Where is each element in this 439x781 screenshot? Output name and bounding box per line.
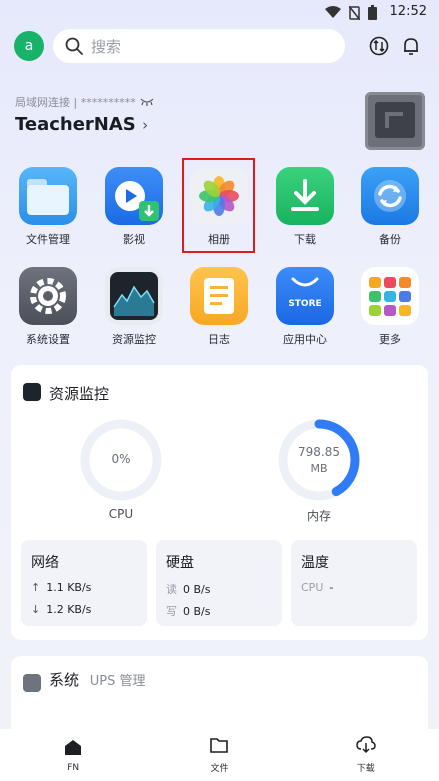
- disk-write-label: 写: [166, 605, 177, 618]
- system-title: 系统 UPS 管理: [49, 669, 146, 690]
- system-subtitle: UPS 管理: [89, 674, 146, 689]
- status-time: 12:52: [389, 4, 427, 19]
- settings-icon: [19, 267, 77, 325]
- card-title: 资源监控: [49, 385, 110, 403]
- network-up: ↑ 1.1 KB/s: [31, 581, 91, 594]
- app-label: 系统设置: [26, 333, 70, 346]
- home-icon: [65, 739, 82, 755]
- download-icon: [276, 167, 334, 225]
- app-download[interactable]: 下载: [265, 167, 345, 247]
- app-resource-monitor[interactable]: 资源监控: [94, 267, 174, 347]
- folder-icon: [19, 167, 77, 225]
- tab-files[interactable]: 文件: [179, 736, 259, 774]
- temperature-cpu-label: CPU: [301, 581, 324, 594]
- download-tab-icon: [356, 736, 376, 754]
- cpu-value: 0%: [111, 452, 131, 466]
- search-placeholder: 搜索: [91, 37, 122, 56]
- store-badge: STORE: [288, 299, 322, 309]
- nas-device-image: [365, 92, 425, 150]
- search-icon: [65, 37, 83, 55]
- app-more[interactable]: 更多: [350, 267, 430, 347]
- highlight-box: [182, 158, 255, 253]
- memory-label: 内存: [306, 509, 331, 523]
- network-down-value: 1.2 KB/s: [46, 603, 92, 616]
- tab-label: 文件: [210, 764, 229, 774]
- app-label: 影视: [123, 233, 145, 246]
- top-bar: a 搜索: [14, 28, 425, 64]
- avatar[interactable]: a: [14, 31, 44, 61]
- memory-ring: 798.85 MB: [277, 418, 361, 502]
- app-video[interactable]: 影视: [94, 167, 174, 247]
- app-label: 文件管理: [26, 233, 70, 246]
- app-file-manager[interactable]: 文件管理: [8, 167, 88, 247]
- disk-write-value: 0 B/s: [183, 604, 211, 618]
- tab-label: FN: [67, 762, 80, 773]
- disk-title: 硬盘: [166, 555, 194, 571]
- app-label: 备份: [379, 233, 401, 246]
- no-sim-icon: [349, 5, 360, 20]
- arrow-up-icon: ↑: [31, 581, 41, 594]
- bottom-tab-bar: FN 文件 下载: [0, 729, 439, 781]
- monitor-small-icon: [23, 383, 41, 401]
- status-icons: [325, 5, 377, 20]
- video-icon: [105, 167, 163, 225]
- app-backup[interactable]: 备份: [350, 167, 430, 247]
- cpu-ring: 0%: [79, 418, 163, 502]
- bell-icon[interactable]: [399, 34, 423, 58]
- temperature-title: 温度: [301, 555, 329, 571]
- disk-read-value: 0 B/s: [183, 582, 211, 596]
- app-label: 下载: [294, 233, 316, 246]
- resource-monitor-card[interactable]: 资源监控 0% CPU 798.85 MB 内存 网络 ↑ 1.1 KB/s ↓…: [11, 365, 428, 640]
- memory-value: 798.85: [298, 445, 340, 459]
- app-center[interactable]: STORE 应用中心: [265, 267, 345, 347]
- app-label: 应用中心: [283, 333, 327, 346]
- cpu-label: CPU: [108, 507, 134, 521]
- arrow-down-icon: ↓: [31, 603, 41, 616]
- temperature-cpu-value: -: [329, 581, 334, 594]
- disk-read: 读 0 B/s: [166, 581, 210, 597]
- eye-closed-icon[interactable]: [140, 98, 154, 106]
- battery-icon: [368, 5, 377, 20]
- device-name[interactable]: TeacherNAS ›: [15, 114, 148, 135]
- device-name-label: TeacherNAS: [15, 114, 136, 135]
- folder-tab-icon: [210, 738, 229, 753]
- status-bar: 12:52: [0, 0, 439, 24]
- memory-unit: MB: [310, 462, 328, 475]
- temperature-stat[interactable]: 温度 CPU -: [291, 540, 417, 626]
- store-icon: STORE: [276, 267, 334, 325]
- wifi-icon: [325, 6, 341, 18]
- connection-status: 局域网连接 | **********: [15, 94, 154, 110]
- app-label: 日志: [208, 333, 230, 346]
- app-label: 资源监控: [112, 333, 156, 346]
- disk-read-label: 读: [166, 583, 177, 596]
- app-log[interactable]: 日志: [179, 267, 259, 347]
- chevron-right-icon: ›: [142, 116, 149, 134]
- connection-label: 局域网连接 | **********: [15, 96, 136, 109]
- app-system-settings[interactable]: 系统设置: [8, 267, 88, 347]
- network-stat[interactable]: 网络 ↑ 1.1 KB/s ↓ 1.2 KB/s: [21, 540, 147, 626]
- backup-icon: [361, 167, 419, 225]
- more-icon: [361, 267, 419, 325]
- tab-downloads[interactable]: 下载: [326, 736, 406, 774]
- system-title-text: 系统: [49, 671, 80, 689]
- disk-write: 写 0 B/s: [166, 603, 210, 619]
- network-title: 网络: [31, 555, 59, 571]
- tab-fn[interactable]: FN: [33, 738, 113, 773]
- tab-label: 下载: [356, 764, 375, 774]
- log-icon: [190, 267, 248, 325]
- monitor-icon: [105, 267, 163, 325]
- temperature-cpu: CPU -: [301, 581, 333, 594]
- disk-stat[interactable]: 硬盘 读 0 B/s 写 0 B/s: [156, 540, 282, 626]
- system-gear-icon: [23, 674, 41, 692]
- search-input[interactable]: 搜索: [53, 29, 345, 63]
- app-label: 更多: [379, 333, 401, 346]
- transfer-icon[interactable]: [367, 34, 391, 58]
- network-up-value: 1.1 KB/s: [46, 581, 92, 594]
- network-down: ↓ 1.2 KB/s: [31, 603, 91, 616]
